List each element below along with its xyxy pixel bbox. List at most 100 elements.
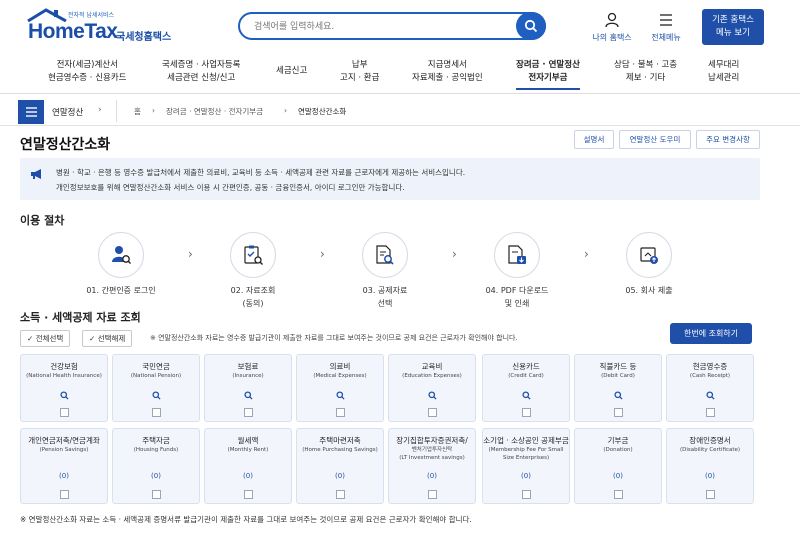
card-count[interactable]: (0) (21, 472, 107, 480)
deduction-card[interactable]: 주택자금 (Housing Funds) (0) (112, 428, 200, 504)
card-checkbox[interactable] (152, 408, 161, 417)
search-icon[interactable] (389, 391, 475, 402)
nav-label: 제보 · 기타 (625, 73, 666, 83)
deduction-card[interactable]: 국민연금 (National Pension) (112, 354, 200, 422)
nav-item-tax-return[interactable]: 세금신고 (276, 65, 307, 78)
nav-item-year-end[interactable]: 장려금 · 연말정산 전자기부금 (516, 59, 580, 90)
breadcrumb-year-end[interactable]: 장려금 · 연말정산 · 전자기부금 (166, 106, 263, 117)
card-title: 주택마련저축 (319, 436, 361, 445)
chevron-right-icon: › (320, 247, 325, 261)
all-menu-link[interactable]: 전체메뉴 (636, 12, 696, 43)
chevron-right-icon: › (452, 247, 457, 261)
nav-label: 상담 · 불복 · 고충 (614, 60, 678, 70)
card-checkbox[interactable] (152, 490, 161, 499)
deduction-card[interactable]: 교육비 (Education Expenses) (388, 354, 476, 422)
card-checkbox[interactable] (522, 408, 531, 417)
search-icon[interactable] (21, 391, 107, 402)
select-all-label: 전체선택 (35, 334, 64, 343)
deduction-card[interactable]: 월세액 (Monthly Rent) (0) (204, 428, 292, 504)
deduction-card[interactable]: 개인연금저축/연금계좌 (Pension Savings) (0) (20, 428, 108, 504)
card-subtitle: (Credit Card) (508, 373, 544, 379)
deduction-card[interactable]: 의료비 (Medical Expenses) (296, 354, 384, 422)
procedure-title: 이용 절차 (20, 214, 65, 227)
search-button[interactable] (516, 12, 546, 40)
card-checkbox[interactable] (428, 490, 437, 499)
deduction-card[interactable]: 기부금 (Donation) (0) (574, 428, 662, 504)
card-title: 건강보험 (50, 362, 78, 371)
card-checkbox[interactable] (336, 408, 345, 417)
hometax-logo[interactable]: 전자적 납세서비스 HomeTax 국세청홈택스 (24, 8, 184, 44)
legacy-menu-button[interactable]: 기존 홈택스 메뉴 보기 (702, 9, 764, 45)
breadcrumb-home[interactable]: 홈 (134, 106, 141, 117)
query-all-button[interactable]: 한번에 조회하기 (670, 323, 752, 344)
nav-item-certificate[interactable]: 국세증명 · 사업자등록 세금관련 신청/신고 (162, 59, 241, 85)
step-inquiry: 02. 자료조회 (동의) (198, 232, 308, 310)
deduction-card[interactable]: 직불카드 등 (Debit Card) (574, 354, 662, 422)
nav-item-statement[interactable]: 지급명세서 자료제출 · 공익법인 (412, 59, 483, 85)
user-icon (605, 12, 619, 28)
step-login: 01. 간편인증 로그인 (66, 232, 176, 297)
search-icon[interactable] (113, 391, 199, 402)
card-checkbox[interactable] (428, 408, 437, 417)
card-subtitle: (LT Investment savings) (399, 455, 465, 461)
card-subtitle: (Debit Card) (601, 373, 635, 379)
card-checkbox[interactable] (60, 490, 69, 499)
search-icon[interactable] (483, 391, 569, 402)
card-checkbox[interactable] (522, 490, 531, 499)
deduction-card[interactable]: 장기집합투자증권저축/벤처기업투자신탁 (LT Investment saving… (388, 428, 476, 504)
card-count[interactable]: (0) (297, 472, 383, 480)
card-checkbox[interactable] (614, 490, 623, 499)
deduction-card[interactable]: 건강보험 (National Health Insurance) (20, 354, 108, 422)
card-count[interactable]: (0) (389, 472, 475, 480)
step-label: 03. 공제자료 (362, 286, 408, 295)
deselect-button[interactable]: ✓ 선택해제 (82, 330, 133, 347)
card-checkbox[interactable] (614, 408, 623, 417)
card-count[interactable]: (0) (205, 472, 291, 480)
deduction-card[interactable]: 신용카드 (Credit Card) (482, 354, 570, 422)
deduction-card[interactable]: 보험료 (Insurance) (204, 354, 292, 422)
check-icon: ✓ (89, 334, 96, 343)
nav-label: 전자기부금 (528, 73, 568, 83)
card-count[interactable]: (0) (113, 472, 199, 480)
search-input[interactable] (254, 19, 494, 35)
card-count[interactable]: (0) (575, 472, 661, 480)
card-checkbox[interactable] (706, 490, 715, 499)
chevron-right-icon[interactable]: › (98, 105, 102, 115)
deduction-card[interactable]: 현금영수증 (Cash Receipt) (666, 354, 754, 422)
step-label: 및 인쇄 (504, 299, 530, 308)
side-menu-button[interactable] (18, 100, 44, 124)
card-count[interactable]: (0) (667, 472, 753, 480)
chevron-right-icon: › (584, 247, 589, 261)
manual-button[interactable]: 설명서 (574, 130, 614, 149)
nav-item-tax-agent[interactable]: 세무대리 납세관리 (708, 59, 739, 85)
search-icon[interactable] (297, 391, 383, 402)
nav-label: 납세관리 (708, 73, 740, 83)
card-checkbox[interactable] (244, 408, 253, 417)
step-select: 03. 공제자료 선택 (330, 232, 440, 310)
my-hometax-link[interactable]: 나의 홈택스 (582, 12, 642, 43)
legacy-menu-line1: 기존 홈택스 (712, 15, 754, 25)
card-checkbox[interactable] (706, 408, 715, 417)
card-subtitle: (Monthly Rent) (227, 447, 269, 453)
card-checkbox[interactable] (336, 490, 345, 499)
changes-button[interactable]: 주요 변경사항 (696, 130, 760, 149)
card-checkbox[interactable] (244, 490, 253, 499)
download-document-icon (508, 245, 526, 264)
nav-item-etax[interactable]: 전자(세금)계산서 현금영수증 · 신용카드 (48, 59, 127, 85)
select-all-button[interactable]: ✓ 전체선택 (20, 330, 71, 347)
step-label: 05. 회사 제출 (625, 286, 673, 295)
search-icon[interactable] (205, 391, 291, 402)
nav-item-payment[interactable]: 납부 고지 · 환급 (340, 59, 379, 85)
logo-tagline: 전자적 납세서비스 (68, 12, 115, 19)
nav-item-counsel[interactable]: 상담 · 불복 · 고충 제보 · 기타 (614, 59, 677, 85)
card-checkbox[interactable] (60, 408, 69, 417)
search-icon[interactable] (575, 391, 661, 402)
card-count[interactable]: (0) (483, 472, 569, 480)
deduction-card[interactable]: 주택마련저축 (Home Purchasing Savings) (0) (296, 428, 384, 504)
card-subtitle: (Cash Receipt) (689, 373, 731, 379)
helper-button[interactable]: 연말정산 도우미 (619, 130, 691, 149)
hamburger-icon (25, 107, 37, 117)
deduction-card[interactable]: 소기업 · 소상공인 공제부금 (Membership Fee For Small… (482, 428, 570, 504)
deduction-card[interactable]: 장애인증명서 (Disability Certificate) (0) (666, 428, 754, 504)
search-icon[interactable] (667, 391, 753, 402)
